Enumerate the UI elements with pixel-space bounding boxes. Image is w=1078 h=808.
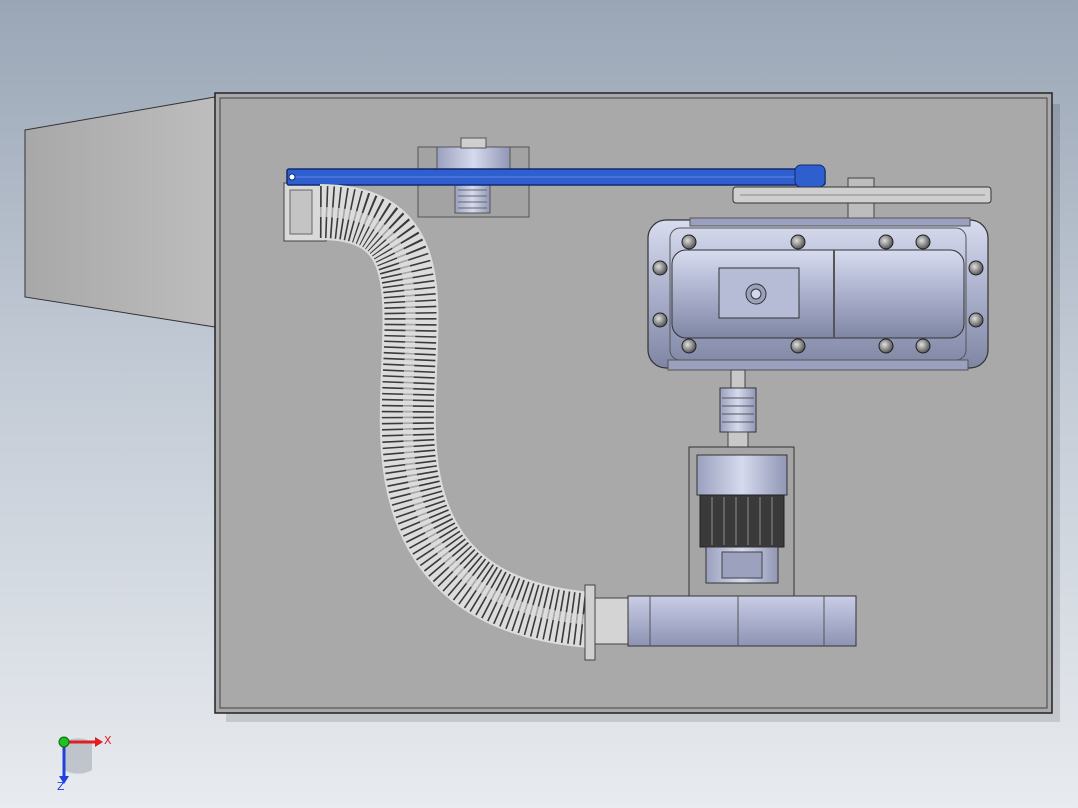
side-hood [24,96,216,328]
view-orientation-triad: X Z [57,734,112,793]
x-axis-label: X [104,734,112,747]
y-axis-icon [58,736,70,748]
z-axis-label: Z [57,780,65,793]
hose-inlet-fitting [283,182,327,242]
gearbox [647,217,989,371]
drive-belt [286,164,826,188]
x-arrow-icon [95,737,103,747]
cad-viewport[interactable] [0,0,1078,808]
motor [688,446,795,598]
